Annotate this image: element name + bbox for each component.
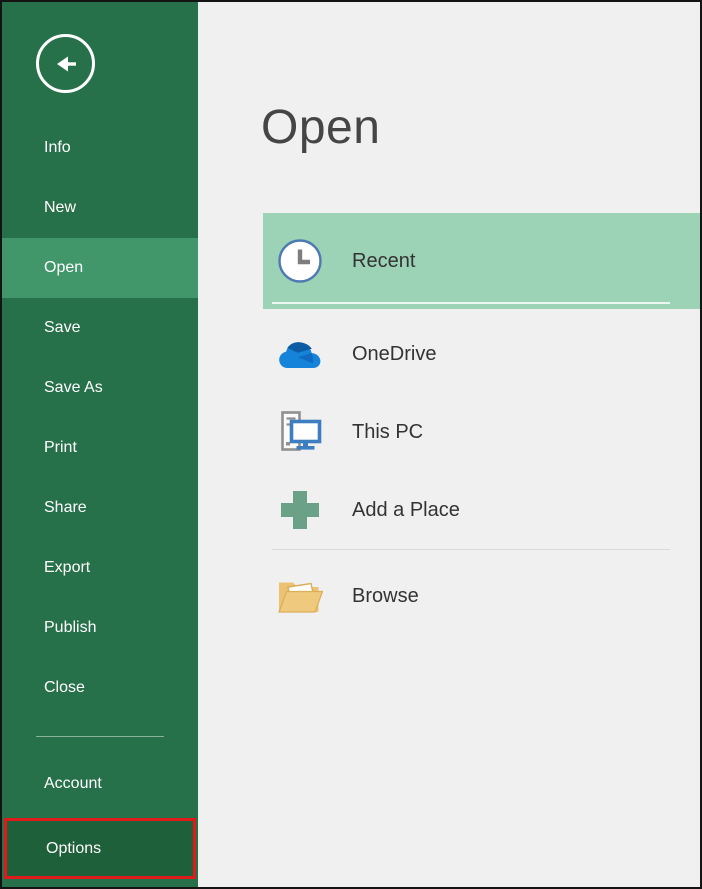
sidebar-divider bbox=[36, 736, 164, 737]
computer-icon bbox=[276, 408, 324, 456]
back-button[interactable] bbox=[36, 34, 95, 93]
sidebar-item-info[interactable]: Info bbox=[2, 118, 198, 178]
sidebar-item-account[interactable]: Account bbox=[2, 754, 198, 814]
sidebar-item-share[interactable]: Share bbox=[2, 478, 198, 538]
page-title: Open bbox=[261, 100, 380, 155]
annotation-rectangle: Options bbox=[4, 818, 196, 879]
sidebar-item-new[interactable]: New bbox=[2, 178, 198, 238]
folder-icon bbox=[276, 572, 324, 620]
place-label: Browse bbox=[352, 585, 419, 608]
place-label: This PC bbox=[352, 421, 423, 444]
place-label: Add a Place bbox=[352, 499, 460, 522]
sidebar-item-open[interactable]: Open bbox=[2, 238, 198, 298]
place-item-onedrive[interactable]: OneDrive bbox=[263, 324, 700, 384]
place-item-add-a-place[interactable]: Add a Place bbox=[263, 480, 700, 540]
places-divider bbox=[272, 549, 670, 550]
place-item-recent[interactable]: Recent bbox=[263, 213, 700, 309]
place-item-this-pc[interactable]: This PC bbox=[263, 402, 700, 462]
onedrive-cloud-icon bbox=[276, 330, 324, 378]
plus-icon bbox=[276, 486, 324, 534]
sidebar-item-export[interactable]: Export bbox=[2, 538, 198, 598]
place-item-browse[interactable]: Browse bbox=[263, 566, 700, 626]
excel-backstage-window: Info New Open Save Save As Print Share E… bbox=[0, 0, 702, 889]
backstage-main-panel: Open Recent OneDrive bbox=[198, 2, 700, 887]
sidebar-nav: Info New Open Save Save As Print Share E… bbox=[2, 118, 198, 718]
sidebar-item-print[interactable]: Print bbox=[2, 418, 198, 478]
recent-selected-underline bbox=[272, 302, 670, 304]
backstage-sidebar: Info New Open Save Save As Print Share E… bbox=[2, 2, 198, 887]
clock-icon bbox=[276, 237, 324, 285]
sidebar-item-options[interactable]: Options bbox=[7, 821, 193, 876]
sidebar-item-save-as[interactable]: Save As bbox=[2, 358, 198, 418]
sidebar-item-close[interactable]: Close bbox=[2, 658, 198, 718]
sidebar-item-save[interactable]: Save bbox=[2, 298, 198, 358]
sidebar-item-publish[interactable]: Publish bbox=[2, 598, 198, 658]
place-label: Recent bbox=[352, 250, 415, 273]
left-arrow-icon bbox=[50, 52, 82, 76]
place-label: OneDrive bbox=[352, 343, 436, 366]
